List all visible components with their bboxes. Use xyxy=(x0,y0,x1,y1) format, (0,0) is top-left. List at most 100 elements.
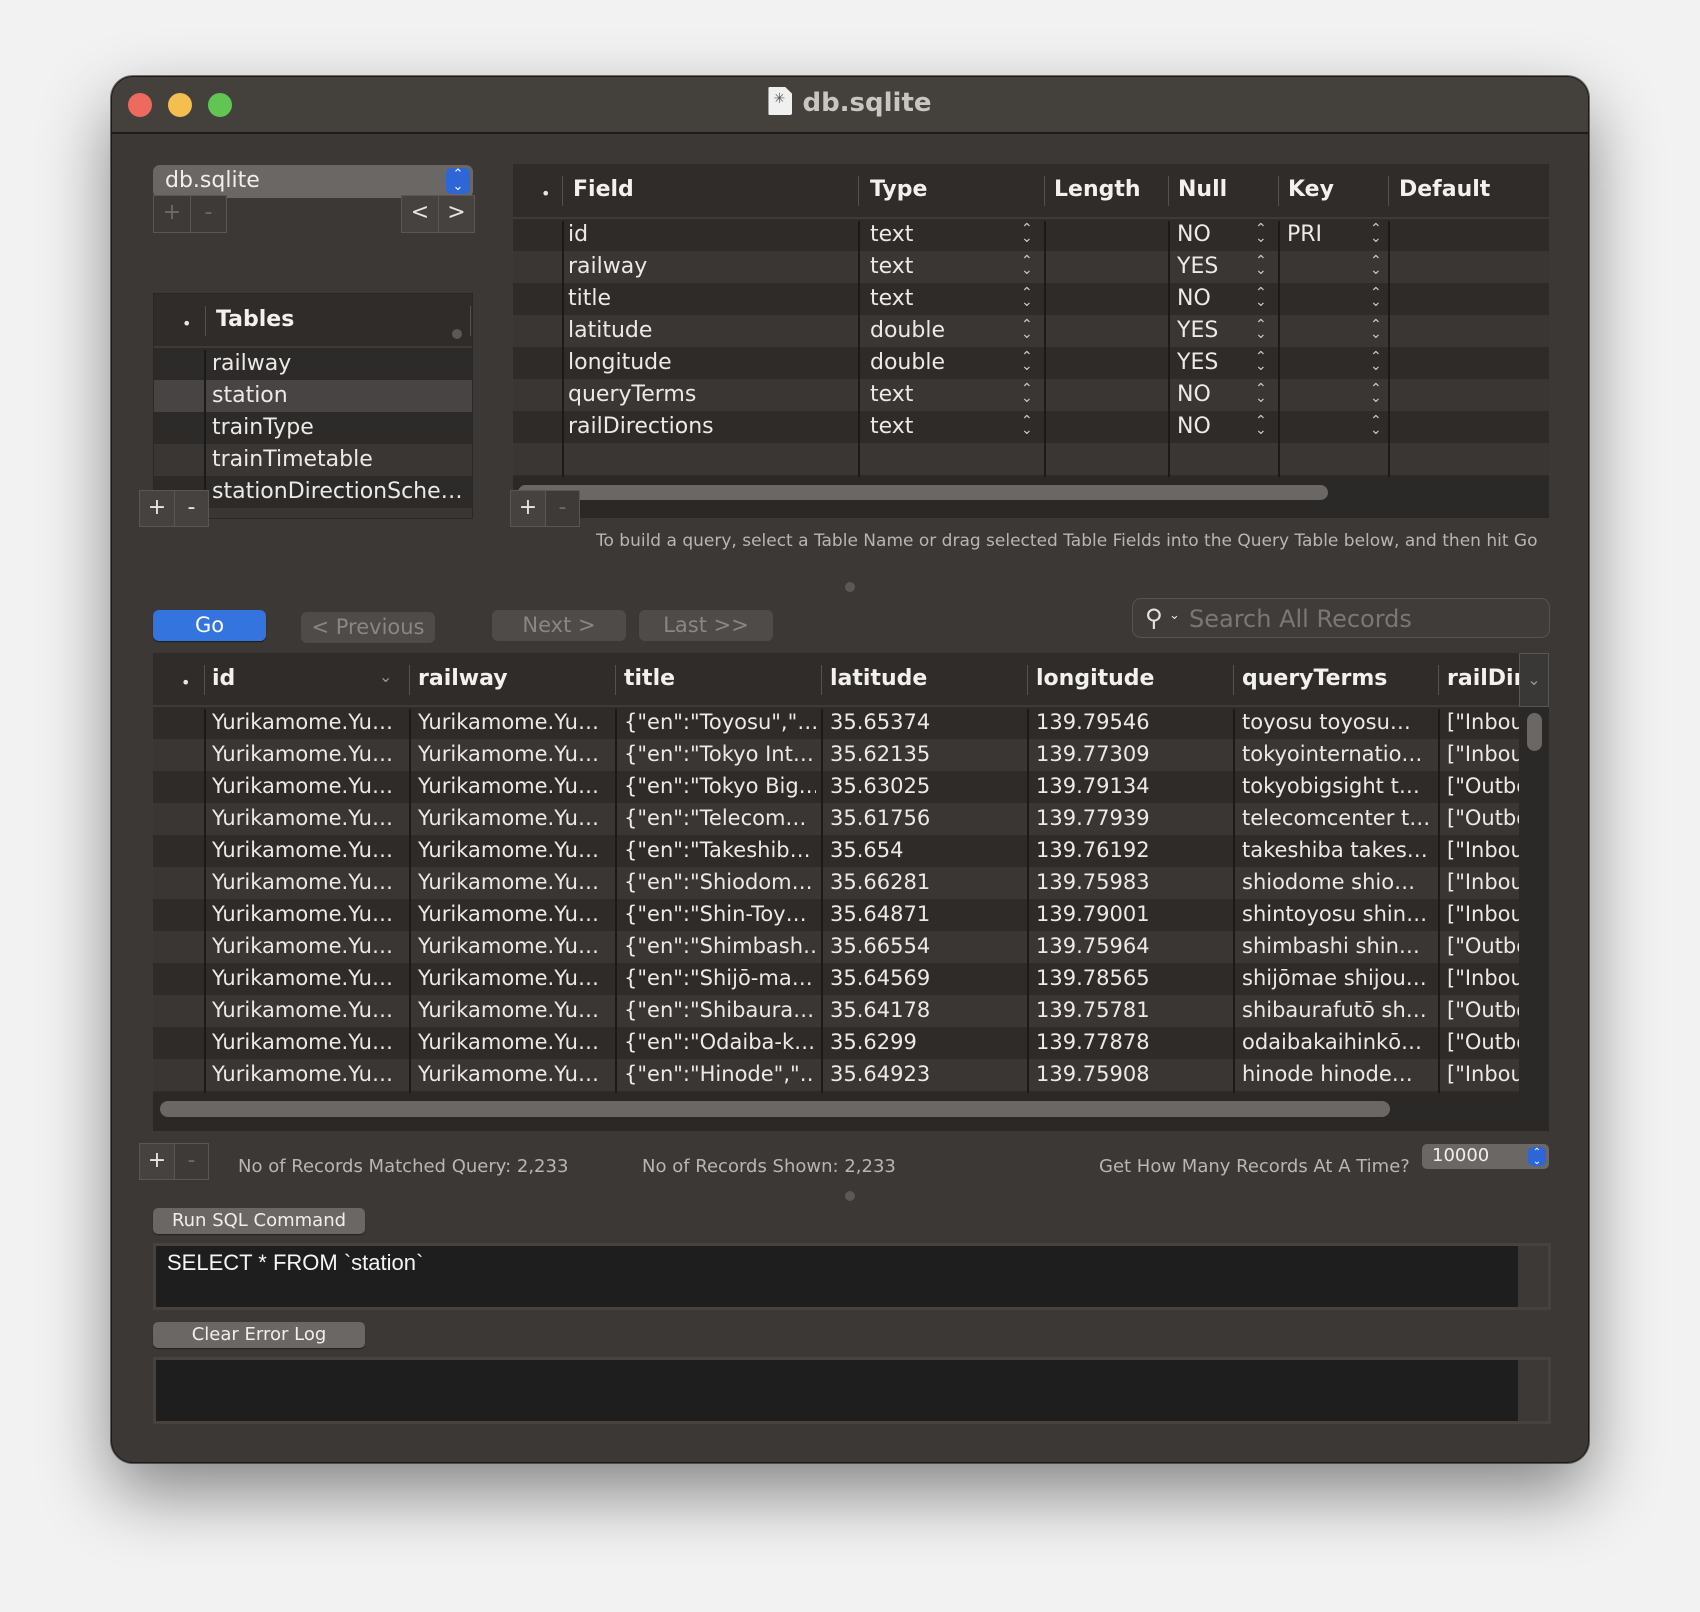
schema-cell-type[interactable]: text xyxy=(870,222,913,247)
record-cell-id[interactable]: Yurikamome.Yu… xyxy=(212,710,404,734)
record-cell-latitude[interactable]: 35.64569 xyxy=(830,966,1022,990)
record-cell-latitude[interactable]: 35.64871 xyxy=(830,902,1022,926)
record-cell-longitude[interactable]: 139.76192 xyxy=(1036,838,1228,862)
record-cell-longitude[interactable]: 139.75983 xyxy=(1036,870,1228,894)
record-row[interactable]: Yurikamome.Yu… Yurikamome.Yu… {"en":"Hinod… xyxy=(153,1059,1519,1091)
record-cell-railway[interactable]: Yurikamome.Yu… xyxy=(418,742,610,766)
record-cell-queryterms[interactable]: odaibakaihinkō… xyxy=(1242,1030,1434,1054)
schema-cell-field[interactable]: queryTerms xyxy=(568,382,696,407)
remove-field-button[interactable]: - xyxy=(545,491,579,526)
record-cell-longitude[interactable]: 139.79546 xyxy=(1036,710,1228,734)
record-cell-id[interactable]: Yurikamome.Yu… xyxy=(212,742,404,766)
schema-row[interactable]: id text ⌃ ⌄ NO ⌃ ⌄ PRI ⌃ ⌄ xyxy=(513,219,1549,251)
record-cell-title[interactable]: {"en":"Takeshib… xyxy=(624,838,816,862)
record-cell-id[interactable]: Yurikamome.Yu… xyxy=(212,838,404,862)
record-cell-id[interactable]: Yurikamome.Yu… xyxy=(212,902,404,926)
record-cell-id[interactable]: Yurikamome.Yu… xyxy=(212,934,404,958)
record-cell-raildirections[interactable]: ["Inbou xyxy=(1447,710,1519,734)
column-header-type[interactable]: Type xyxy=(870,177,927,202)
schema-cell-field[interactable]: latitude xyxy=(568,318,652,343)
schema-row[interactable]: railDirections text ⌃ ⌄ NO ⌃ ⌄ ⌃ ⌄ xyxy=(513,411,1549,443)
sql-command-editor[interactable]: SELECT * FROM `station` xyxy=(153,1243,1551,1310)
record-cell-queryterms[interactable]: toyosu toyosu… xyxy=(1242,710,1434,734)
schema-cell-null[interactable]: YES xyxy=(1177,254,1218,279)
popup-chevrons-icon[interactable]: ⌃ ⌄ xyxy=(1370,222,1382,245)
popup-chevrons-icon[interactable]: ⌃ ⌄ xyxy=(1021,254,1033,277)
record-cell-railway[interactable]: Yurikamome.Yu… xyxy=(418,1030,610,1054)
add-table-button[interactable]: + xyxy=(140,491,174,526)
schema-cell-null[interactable]: NO xyxy=(1177,286,1211,311)
record-cell-railway[interactable]: Yurikamome.Yu… xyxy=(418,710,610,734)
record-cell-raildirections[interactable]: ["Outbo xyxy=(1447,806,1519,830)
error-log-scrollbar[interactable] xyxy=(1518,1360,1548,1421)
add-field-button[interactable]: + xyxy=(511,491,545,526)
record-row[interactable]: Yurikamome.Yu… Yurikamome.Yu… {"en":"Telec… xyxy=(153,803,1519,835)
record-cell-queryterms[interactable]: shintoyosu shin… xyxy=(1242,902,1434,926)
records-hscroll-thumb[interactable] xyxy=(160,1101,1390,1117)
record-cell-raildirections[interactable]: ["Outbo xyxy=(1447,1030,1519,1054)
record-cell-id[interactable]: Yurikamome.Yu… xyxy=(212,998,404,1022)
record-cell-railway[interactable]: Yurikamome.Yu… xyxy=(418,902,610,926)
record-cell-railway[interactable]: Yurikamome.Yu… xyxy=(418,998,610,1022)
record-cell-longitude[interactable]: 139.77878 xyxy=(1036,1030,1228,1054)
schema-cell-type[interactable]: double xyxy=(870,350,945,375)
record-cell-title[interactable]: {"en":"Telecom… xyxy=(624,806,816,830)
record-cell-id[interactable]: Yurikamome.Yu… xyxy=(212,1062,404,1086)
popup-chevrons-icon[interactable]: ⌃ ⌄ xyxy=(1255,382,1267,405)
record-cell-title[interactable]: {"en":"Shimbash… xyxy=(624,934,816,958)
record-row[interactable]: Yurikamome.Yu… Yurikamome.Yu… {"en":"Takes… xyxy=(153,835,1519,867)
remove-record-button[interactable]: - xyxy=(174,1144,208,1179)
column-header-length[interactable]: Length xyxy=(1054,177,1141,202)
go-button[interactable]: Go xyxy=(153,610,266,641)
column-header-latitude[interactable]: latitude xyxy=(830,666,927,691)
record-cell-title[interactable]: {"en":"Shiodom… xyxy=(624,870,816,894)
schema-row[interactable]: longitude double ⌃ ⌄ YES ⌃ ⌄ ⌃ ⌄ xyxy=(513,347,1549,379)
clear-error-log-button[interactable]: Clear Error Log xyxy=(153,1322,365,1348)
popup-chevrons-icon[interactable]: ⌃ ⌄ xyxy=(1370,382,1382,405)
record-cell-queryterms[interactable]: takeshiba takes… xyxy=(1242,838,1434,862)
record-cell-longitude[interactable]: 139.79001 xyxy=(1036,902,1228,926)
column-header-default[interactable]: Default xyxy=(1399,177,1490,202)
schema-cell-field[interactable]: longitude xyxy=(568,350,672,375)
column-header-title[interactable]: title xyxy=(624,666,675,691)
vertical-splitter-handle[interactable] xyxy=(452,329,462,339)
popup-chevrons-icon[interactable]: ⌃ ⌄ xyxy=(1255,318,1267,341)
last-button[interactable]: Last >> xyxy=(639,610,773,641)
popup-chevrons-icon[interactable]: ⌃ ⌄ xyxy=(1255,254,1267,277)
record-cell-longitude[interactable]: 139.77939 xyxy=(1036,806,1228,830)
column-header-key[interactable]: Key xyxy=(1288,177,1334,202)
record-cell-latitude[interactable]: 35.63025 xyxy=(830,774,1022,798)
schema-cell-null[interactable]: NO xyxy=(1177,382,1211,407)
run-sql-command-button[interactable]: Run SQL Command xyxy=(153,1208,365,1234)
add-database-button[interactable]: + xyxy=(154,196,190,232)
table-list-item[interactable]: railway xyxy=(154,348,472,380)
schema-cell-type[interactable]: text xyxy=(870,382,913,407)
record-cell-railway[interactable]: Yurikamome.Yu… xyxy=(418,806,610,830)
record-cell-railway[interactable]: Yurikamome.Yu… xyxy=(418,870,610,894)
sql-splitter-handle[interactable] xyxy=(845,1191,855,1201)
record-cell-longitude[interactable]: 139.75964 xyxy=(1036,934,1228,958)
popup-chevrons-icon[interactable]: ⌃ ⌄ xyxy=(1021,350,1033,373)
record-cell-longitude[interactable]: 139.79134 xyxy=(1036,774,1228,798)
record-cell-title[interactable]: {"en":"Tokyo Big… xyxy=(624,774,816,798)
column-header-field[interactable]: Field xyxy=(573,177,634,202)
popup-chevrons-icon[interactable]: ⌃ ⌄ xyxy=(1021,414,1033,437)
schema-cell-field[interactable]: railway xyxy=(568,254,647,279)
record-cell-raildirections[interactable]: ["Inbou xyxy=(1447,902,1519,926)
record-row[interactable]: Yurikamome.Yu… Yurikamome.Yu… {"en":"Shiod… xyxy=(153,867,1519,899)
popup-chevrons-icon[interactable]: ⌃ ⌄ xyxy=(1255,414,1267,437)
search-records-field[interactable]: ⚲ ⌄ Search All Records xyxy=(1132,598,1550,638)
popup-chevrons-icon[interactable]: ⌃ ⌄ xyxy=(1021,222,1033,245)
remove-database-button[interactable]: - xyxy=(190,196,226,232)
record-cell-id[interactable]: Yurikamome.Yu… xyxy=(212,774,404,798)
record-cell-title[interactable]: {"en":"Hinode","… xyxy=(624,1062,816,1086)
records-vertical-scrollbar[interactable] xyxy=(1519,707,1549,1093)
previous-button[interactable]: < Previous xyxy=(301,612,435,643)
record-cell-railway[interactable]: Yurikamome.Yu… xyxy=(418,774,610,798)
table-list-item[interactable]: trainType xyxy=(154,412,472,444)
record-row[interactable]: Yurikamome.Yu… Yurikamome.Yu… {"en":"Odaib… xyxy=(153,1027,1519,1059)
schema-cell-null[interactable]: YES xyxy=(1177,350,1218,375)
horizontal-splitter-handle[interactable] xyxy=(845,582,855,592)
schema-cell-field[interactable]: railDirections xyxy=(568,414,714,439)
error-log[interactable] xyxy=(153,1357,1551,1424)
